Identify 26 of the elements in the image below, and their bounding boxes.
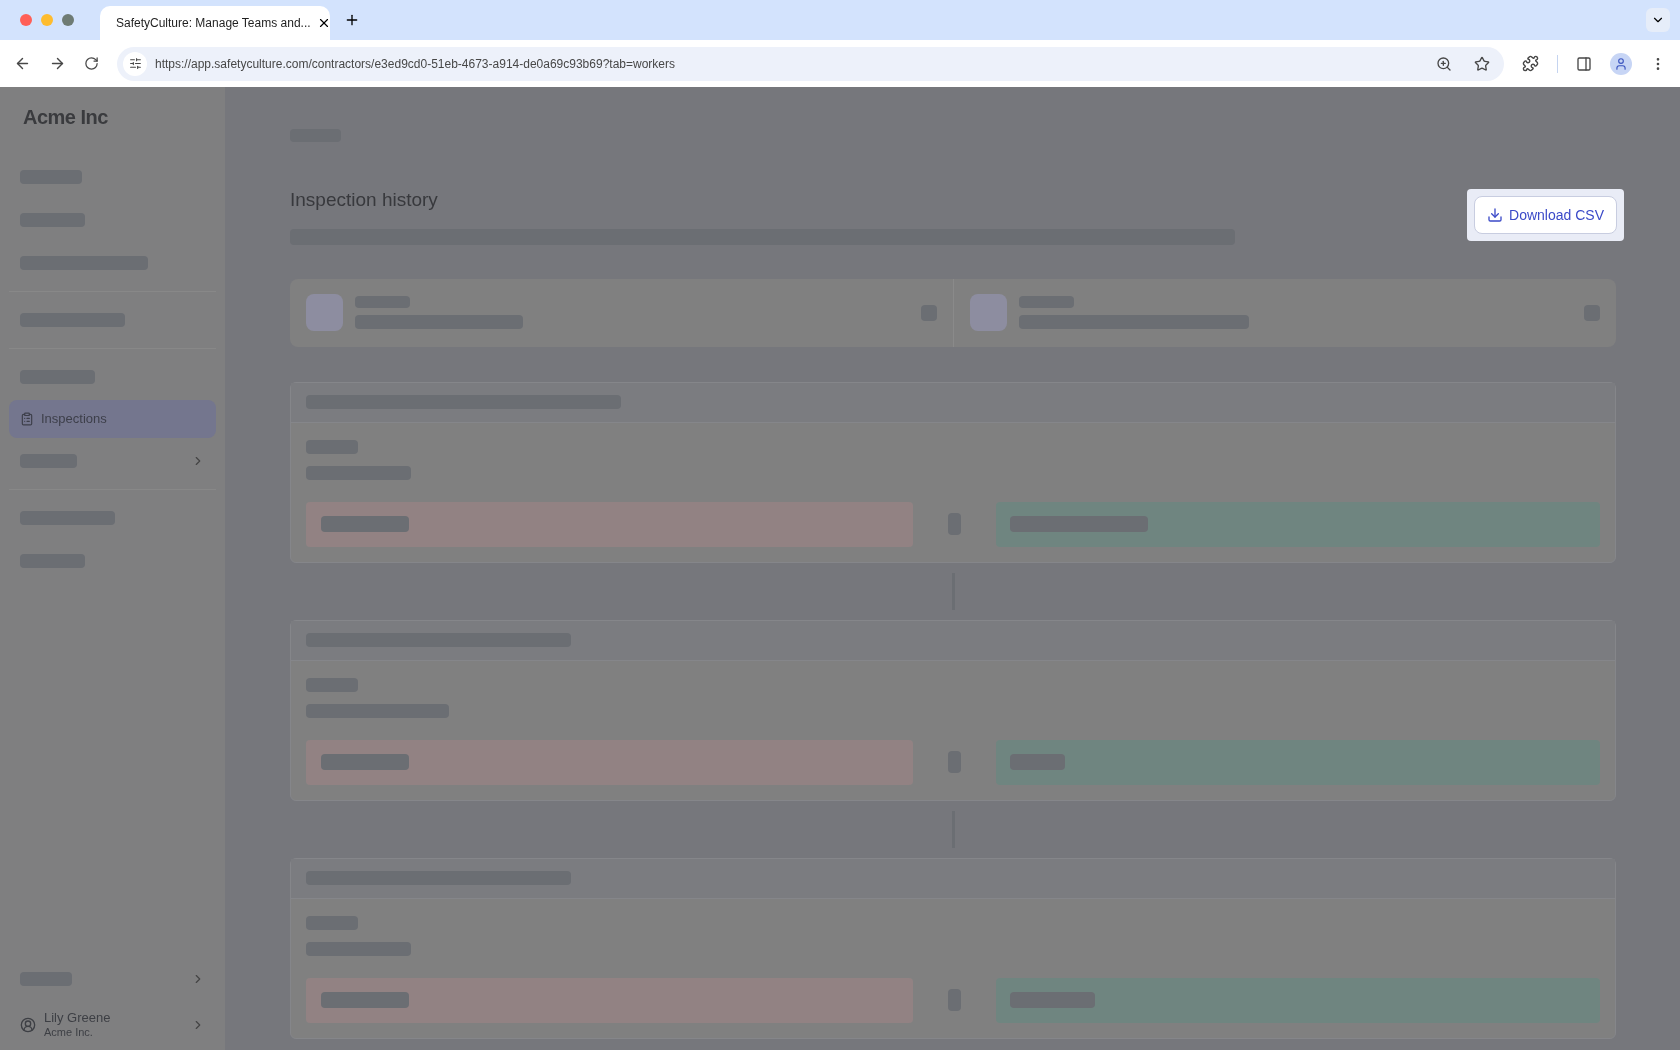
avatar-placeholder-icon — [969, 294, 1007, 331]
profile-avatar-icon[interactable] — [1610, 52, 1632, 75]
maximize-window-icon[interactable] — [62, 14, 74, 26]
clipboard-icon — [20, 412, 34, 426]
tab-title: SafetyCulture: Manage Teams and... — [116, 15, 311, 32]
avatar-placeholder-icon — [306, 294, 343, 331]
download-csv-button[interactable]: Download CSV — [1474, 196, 1617, 234]
user-organization: Acme Inc. — [44, 1026, 94, 1040]
user-avatar-icon — [20, 1017, 36, 1033]
address-bar[interactable]: https://app.safetyculture.com/contractors/e3ed9cd0-51eb-4673-a914-de0a69c93b69?tab=workers — [117, 46, 1504, 81]
download-icon — [1487, 207, 1504, 223]
url-text: https://app.safetyculture.com/contractors/e3ed9cd0-51eb-4673-a914-de0a69c93b69?tab=workers — [155, 55, 675, 73]
reload-icon[interactable] — [84, 56, 99, 71]
browser-tab[interactable]: SafetyCulture: Manage Teams and... — [100, 6, 330, 40]
tab-list-button[interactable] — [1646, 8, 1670, 32]
page-title: Inspection history — [290, 188, 439, 212]
back-icon[interactable] — [14, 55, 31, 72]
site-settings-icon[interactable] — [128, 57, 142, 70]
side-panel-icon[interactable] — [1576, 55, 1592, 72]
new-tab-icon[interactable] — [344, 12, 360, 28]
company-logo: Acme Inc — [23, 107, 109, 127]
zoom-icon[interactable] — [1436, 55, 1452, 72]
forward-icon[interactable] — [49, 55, 66, 72]
user-name: Lily Greene — [44, 1010, 111, 1027]
bookmark-star-icon[interactable] — [1474, 55, 1490, 72]
extensions-icon[interactable] — [1522, 55, 1539, 72]
